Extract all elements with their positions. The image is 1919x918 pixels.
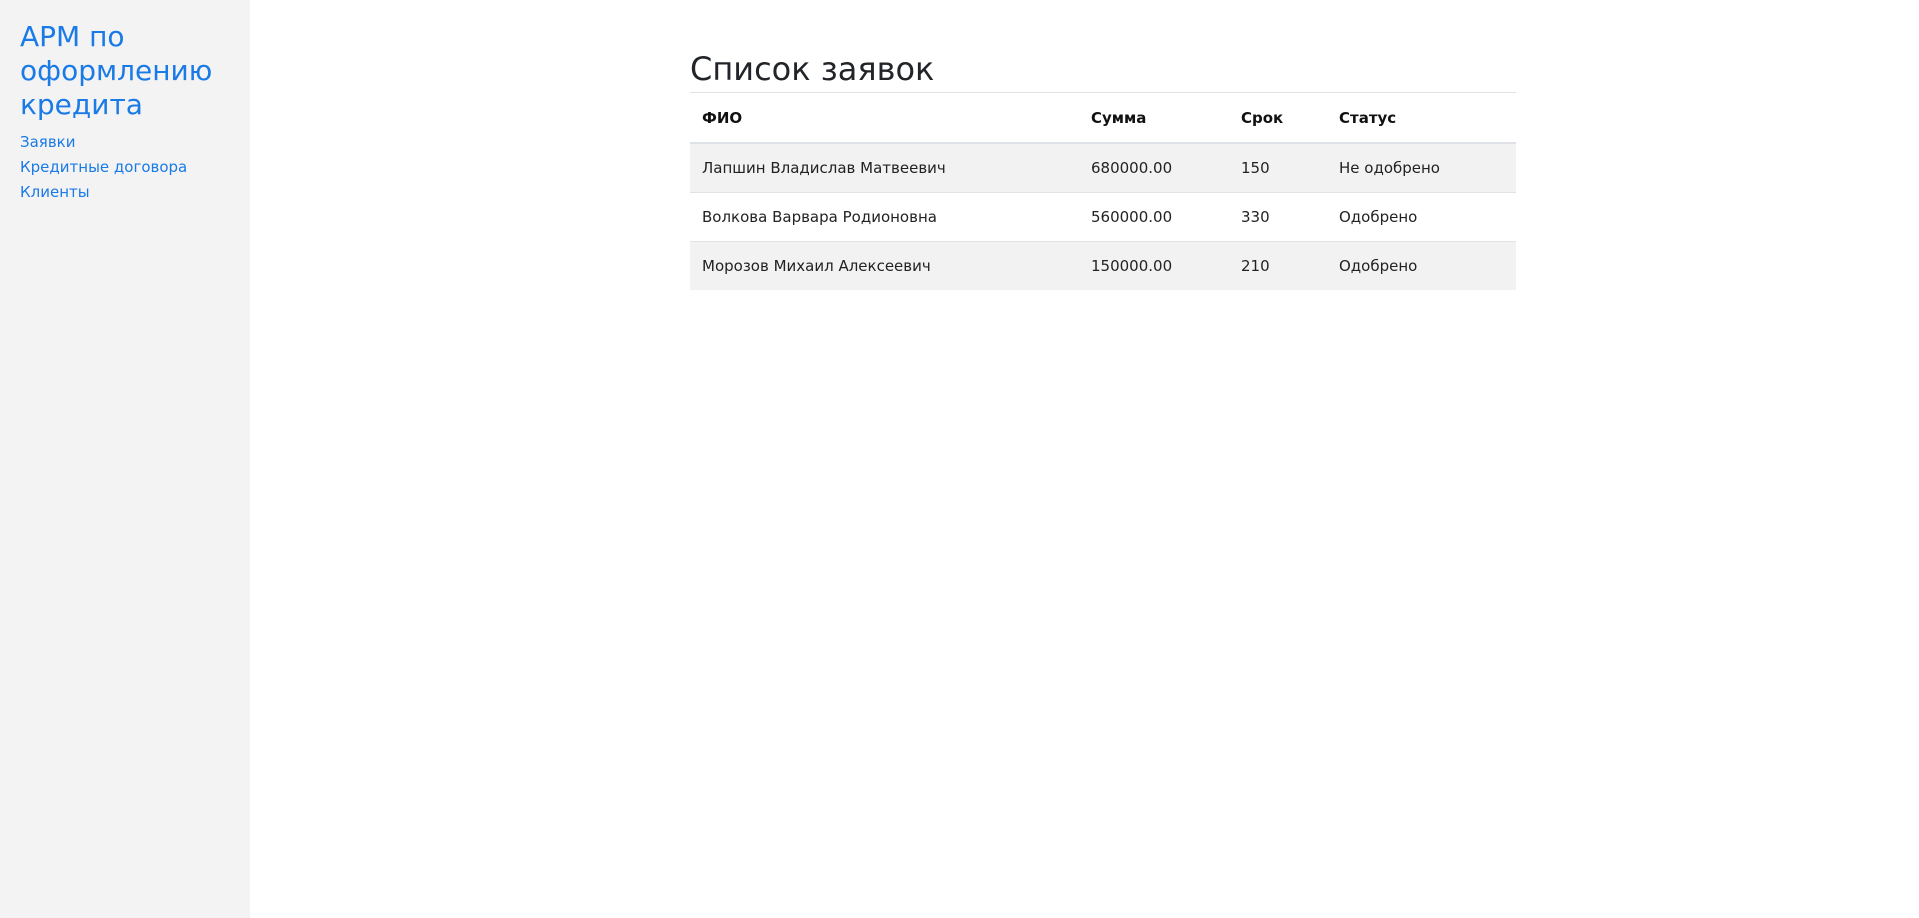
cell-status: Одобрено xyxy=(1327,192,1516,242)
column-header-name: ФИО xyxy=(690,93,1079,144)
sidebar-item-requests: Заявки xyxy=(20,130,230,155)
nav-link-contracts[interactable]: Кредитные договора xyxy=(20,158,187,176)
content-container: Список заявок ФИО Сумма Срок Статус Лапш… xyxy=(690,48,1516,290)
table-row: Лапшин Владислав Матвеевич 680000.00 150… xyxy=(690,143,1516,193)
cell-sum: 150000.00 xyxy=(1091,257,1173,275)
sidebar: АРМ по оформлению кредита Заявки Кредитн… xyxy=(0,0,250,918)
cell-status: Одобрено xyxy=(1339,257,1418,275)
column-header-term: Срок xyxy=(1229,93,1327,144)
column-header-sum: Сумма xyxy=(1079,93,1229,144)
cell-sum: 680000.00 xyxy=(1079,143,1229,193)
cell-term: 330 xyxy=(1229,192,1327,242)
cell-term: 150 xyxy=(1229,143,1327,193)
nav-link-requests[interactable]: Заявки xyxy=(20,133,75,151)
sidebar-item-contracts: Кредитные договора xyxy=(20,155,230,180)
cell-name: Волкова Варвара Родионовна xyxy=(690,192,1079,242)
cell-name: Лапшин Владислав Матвеевич xyxy=(690,143,1079,193)
main-content: Список заявок ФИО Сумма Срок Статус Лапш… xyxy=(250,0,1919,918)
sidebar-nav: Заявки Кредитные договора Клиенты xyxy=(20,130,230,205)
cell-sum: 560000.00 xyxy=(1079,192,1229,242)
page-title: Список заявок xyxy=(690,48,1516,93)
cell-status: Не одобрено xyxy=(1327,143,1516,193)
app-title[interactable]: АРМ по оформлению кредита xyxy=(20,20,230,122)
column-header-status: Статус xyxy=(1327,93,1516,144)
nav-link-clients[interactable]: Клиенты xyxy=(20,183,90,201)
sidebar-item-clients: Клиенты xyxy=(20,180,230,205)
cell-name: Морозов Михаил Алексеевич xyxy=(702,257,931,275)
table-row: Морозов Михаил Алексеевич 150000.00 210 … xyxy=(690,241,1516,290)
requests-table: ФИО Сумма Срок Статус Лапшин Владислав М… xyxy=(690,93,1516,290)
app-layout: АРМ по оформлению кредита Заявки Кредитн… xyxy=(0,0,1919,918)
table-header-row: ФИО Сумма Срок Статус xyxy=(690,93,1516,144)
table-row: Волкова Варвара Родионовна 560000.00 330… xyxy=(690,192,1516,242)
cell-term: 210 xyxy=(1241,257,1270,275)
